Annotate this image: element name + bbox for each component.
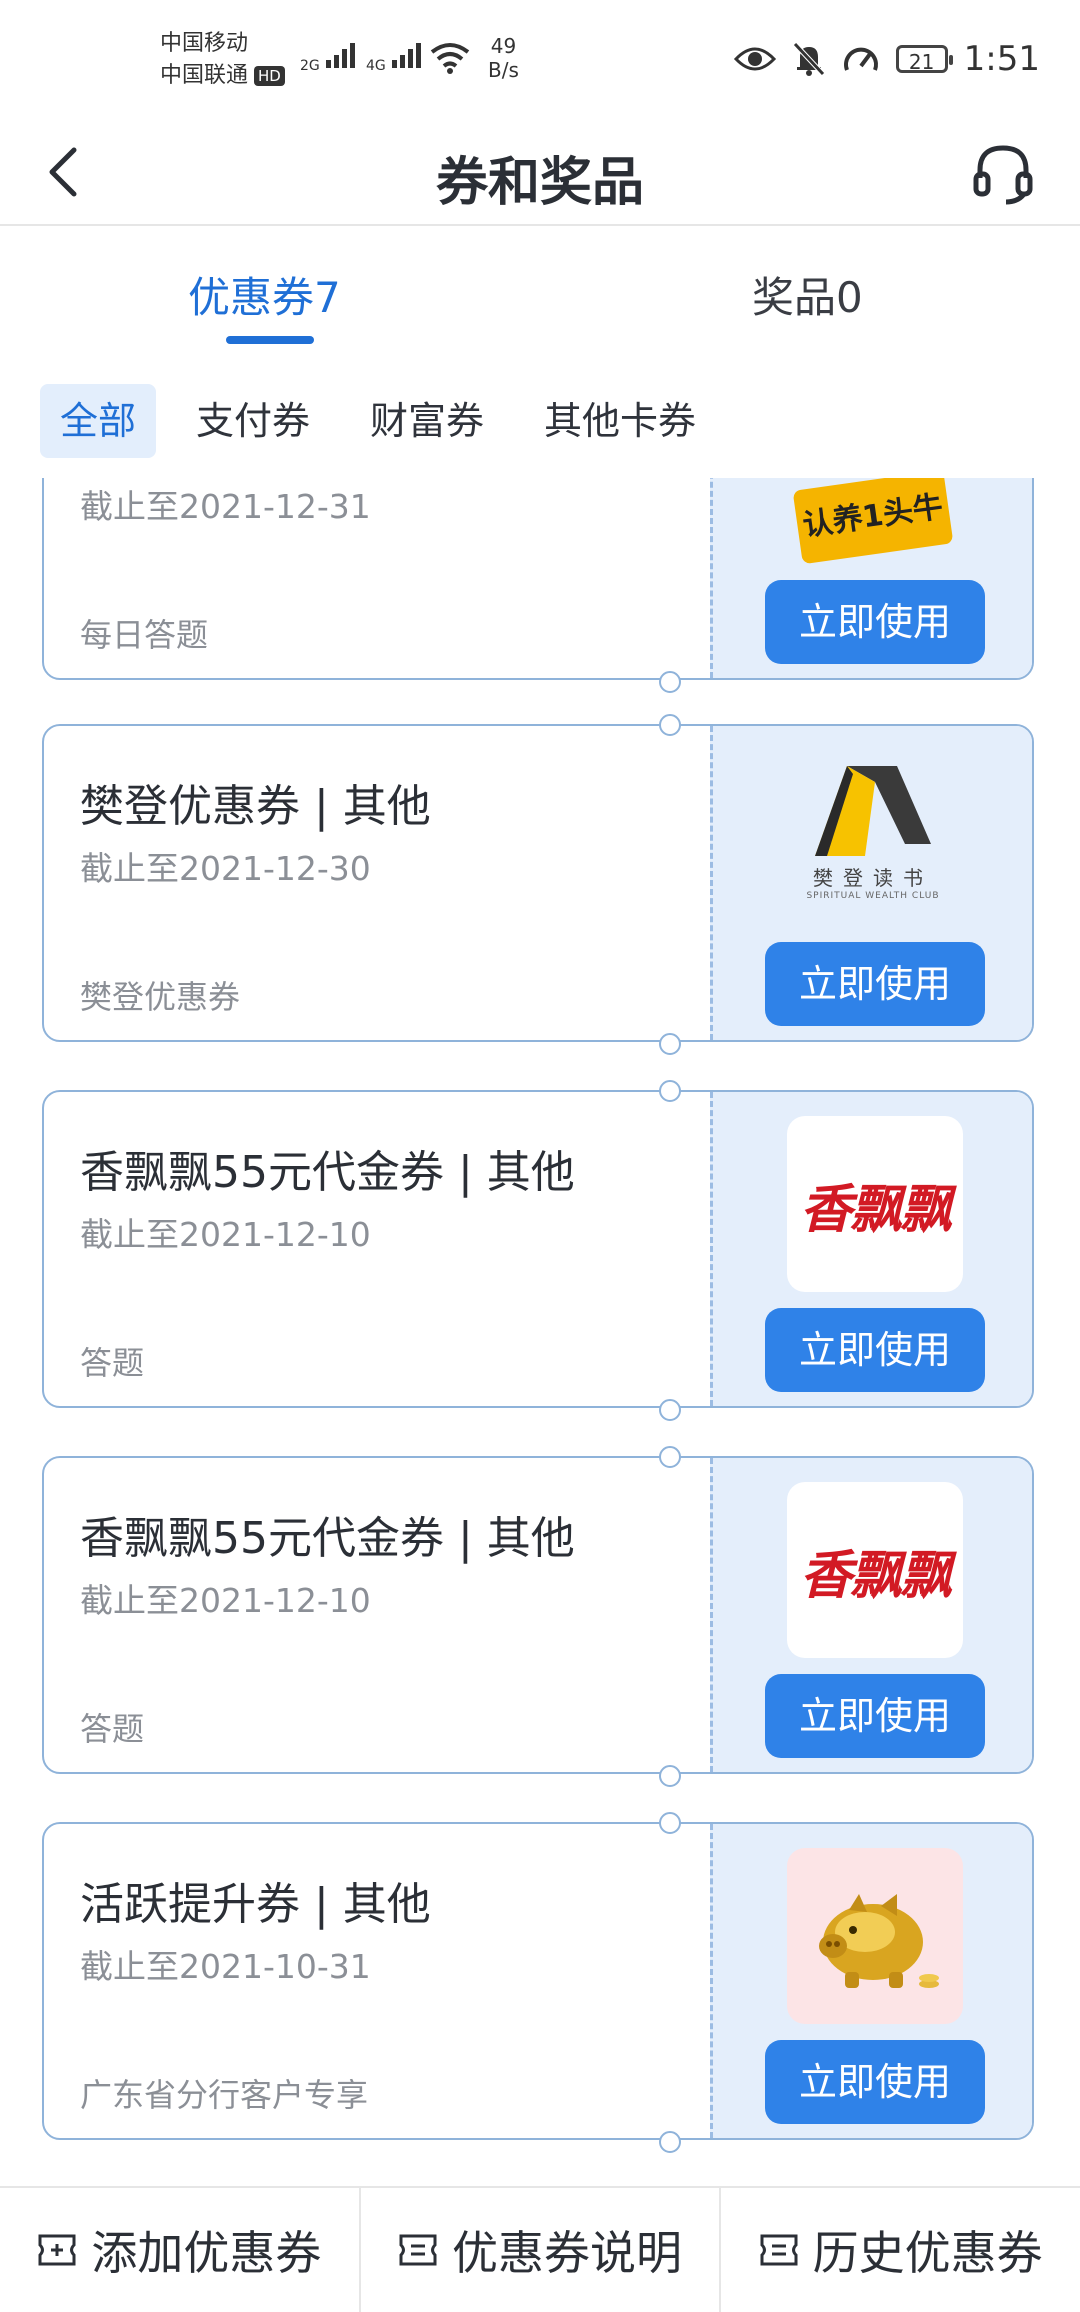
coupon-info-button[interactable]: 优惠券说明 [361,2188,722,2312]
ticket-notch [659,1080,681,1102]
fandeng-logo: 樊登读书 SPIRITUAL WEALTH CLUB [785,764,961,904]
use-now-button[interactable]: 立即使用 [765,1674,985,1758]
main-tabs: 优惠券7 奖品0 [0,224,1080,354]
ticket-notch [659,671,681,693]
coupon-action-area: 立即使用 [710,1824,1032,2138]
coupon-source: 每日答题 [80,616,209,654]
coupon-date: 截止至2021-10-31 [80,1947,371,1986]
coupon-action-area: 樊登读书 SPIRITUAL WEALTH CLUB 立即使用 [710,726,1032,1040]
coupon-card[interactable]: 香飘飘55元代金券 | 其他 截止至2021-12-10 答题 香飘飘 立即使用 [42,1090,1034,1408]
ticket-notch [659,1399,681,1421]
eye-icon [733,47,776,71]
wifi-icon [430,43,470,74]
coupon-date: 截止至2021-12-31 [80,487,371,526]
ticket-notch [659,714,681,736]
coupon-date: 截止至2021-12-30 [80,849,371,888]
coupon-source: 答题 [80,1710,145,1748]
active-tab-indicator [226,336,314,344]
coupon-title: 香飘飘55元代金券 | 其他 [80,1147,575,1198]
speed-unit: B/s [488,58,519,82]
headset-icon [973,145,1033,205]
bottom-action-bar: 添加优惠券 优惠券说明 历史优惠券 [0,2186,1080,2312]
ticket-notch [659,2131,681,2153]
filter-payment[interactable]: 支付券 [176,384,330,458]
header: 券和奖品 [0,120,1080,226]
coupon-action-area: 香飘飘 立即使用 [710,1092,1032,1406]
fandeng-logo-sub: SPIRITUAL WEALTH CLUB [806,891,940,901]
use-now-button[interactable]: 立即使用 [765,580,985,664]
tab-coupons[interactable]: 优惠券7 [188,264,341,325]
xiangpiaopiao-logo: 香飘飘 [787,1116,963,1292]
golden-pig-image [787,1848,963,2024]
net-label-1: 2G [300,58,320,74]
add-ticket-icon [38,2234,76,2266]
coupon-date: 截止至2021-12-10 [80,1215,371,1254]
coupon-card[interactable]: 香飘飘55元代金券 | 其他 截止至2021-12-10 答题 香飘飘 立即使用 [42,1456,1034,1774]
signal-icon [392,43,422,68]
xiangpiaopiao-logo-text: 香飘飘 [799,1178,952,1240]
add-coupon-button[interactable]: 添加优惠券 [0,2188,361,2312]
customer-service-button[interactable] [968,138,1038,208]
page-title: 券和奖品 [435,153,644,213]
coupon-date: 截止至2021-12-10 [80,1581,371,1620]
fandeng-mark-icon [815,766,931,856]
cow-brand-logo: 认养1头牛 [792,478,954,565]
use-now-button[interactable]: 立即使用 [765,2040,985,2124]
filter-all[interactable]: 全部 [40,384,157,458]
carrier-1: 中国移动 [160,31,249,56]
signal-icon [326,43,356,68]
fandeng-logo-text: 樊登读书 [813,866,933,890]
piggy-bank-icon [819,1894,939,1988]
speed-value: 49 [490,34,517,58]
coupon-source: 广东省分行客户专享 [80,2076,369,2114]
hd-badge: HD [254,66,285,86]
ticket-info-icon [399,2234,437,2266]
status-right: 21 1:51 [733,34,1040,84]
speedometer-icon [843,47,878,71]
xiangpiaopiao-logo-text: 香飘飘 [799,1544,952,1606]
net-label-2: 4G [366,58,386,74]
network-speed: 49 B/s [488,34,519,82]
coupon-title: 樊登优惠券 | 其他 [80,781,431,832]
ticket-notch [659,1812,681,1834]
ticket-notch [659,1765,681,1787]
coupon-card[interactable]: 活跃提升券 | 其他 截止至2021-10-31 广东省分行客户专享 立即使用 [42,1822,1034,2140]
clock: 1:51 [963,39,1040,79]
coupon-title: 活跃提升券 | 其他 [80,1879,431,1930]
mute-bell-icon [792,42,825,76]
add-coupon-label: 添加优惠券 [91,2226,322,2280]
status-bar: 中国移动 中国联通 HD 2G 4G 49 B/s 21 1:51 [0,0,1080,120]
history-coupon-label: 历史优惠券 [812,2226,1043,2280]
ticket-history-icon [760,2234,798,2266]
coupon-action-area: 香飘飘 立即使用 [710,1458,1032,1772]
history-coupon-button[interactable]: 历史优惠券 [721,2188,1080,2312]
coupon-card[interactable]: 截止至2021-12-31 每日答题 认养1头牛 立即使用 [42,478,1034,680]
filter-other[interactable]: 其他卡券 [524,384,716,458]
filter-wealth[interactable]: 财富券 [350,384,504,458]
xiangpiaopiao-logo: 香飘飘 [787,1482,963,1658]
use-now-button[interactable]: 立即使用 [765,942,985,1026]
tab-prizes[interactable]: 奖品0 [752,264,863,325]
use-now-button[interactable]: 立即使用 [765,1308,985,1392]
signal-4g: 4G [366,40,430,74]
coupon-action-area: 认养1头牛 立即使用 [710,478,1032,678]
battery-indicator: 21 [895,45,953,74]
coupon-source: 答题 [80,1344,145,1382]
coupon-card[interactable]: 樊登优惠券 | 其他 截止至2021-12-30 樊登优惠券 樊登读书 SPIR… [42,724,1034,1042]
carrier-info: 中国移动 中国联通 HD [160,28,285,92]
signal-2g: 2G [300,40,364,74]
cow-logo-text: 认养1头牛 [800,489,946,544]
coupon-list[interactable]: 截止至2021-12-31 每日答题 认养1头牛 立即使用 樊登优惠券 | 其他… [0,478,1080,2180]
carrier-2: 中国联通 [160,63,249,88]
coupon-source: 樊登优惠券 [80,978,241,1016]
ticket-notch [659,1446,681,1468]
filter-chips: 全部 支付券 财富券 其他卡券 [40,384,736,458]
ticket-notch [659,1033,681,1055]
coupon-info-label: 优惠券说明 [452,2226,682,2280]
coupon-title: 香飘飘55元代金券 | 其他 [80,1513,575,1564]
